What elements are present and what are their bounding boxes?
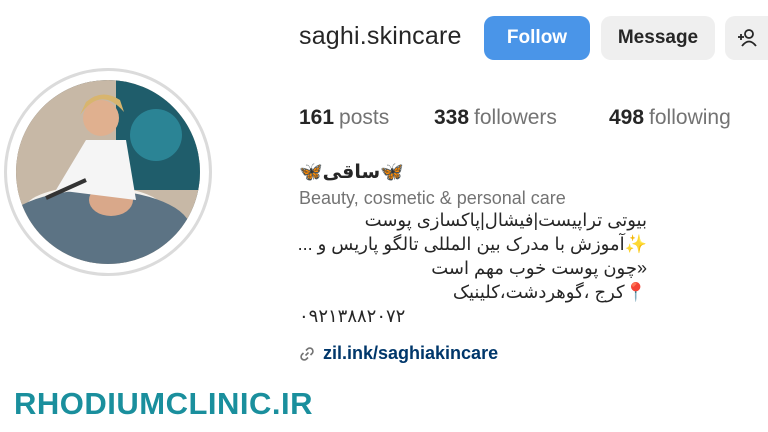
stat-posts: 161 posts — [299, 106, 389, 130]
profile-link[interactable]: zil.ink/saghiakincare — [299, 343, 498, 364]
stat-following[interactable]: 498 following — [609, 106, 731, 130]
following-count: 498 — [609, 106, 645, 129]
profile-display-name: 🦋ساقی🦋 — [299, 162, 404, 183]
avatar-photo — [16, 80, 200, 264]
message-button[interactable]: Message — [601, 16, 715, 60]
avatar[interactable] — [16, 80, 200, 264]
suggested-users-button[interactable] — [725, 16, 768, 60]
watermark-text: RHODIUMCLINIC.IR — [14, 386, 314, 421]
follow-button[interactable]: Follow — [484, 16, 590, 60]
profile-bio: بیوتی تراپیست|فیشال|پاکسازی پوست ✨آموزش … — [297, 208, 659, 328]
followers-label: followers — [474, 106, 557, 129]
bio-line: بیوتی تراپیست|فیشال|پاکسازی پوست — [364, 210, 647, 230]
followers-count: 338 — [434, 106, 470, 129]
profile-avatar-ring[interactable] — [4, 68, 212, 276]
posts-count: 161 — [299, 106, 335, 129]
profile-category: Beauty, cosmetic & personal care — [299, 188, 566, 208]
bio-line: «چون پوست خوب مهم است — [431, 258, 647, 278]
stat-followers[interactable]: 338 followers — [434, 106, 557, 130]
posts-label: posts — [339, 106, 390, 129]
bio-line: ✨آموزش با مدرک بین المللی تالگو پاریس و … — [297, 234, 647, 254]
bio-phone: ۰۹۲۱۳۸۸۲۰۷۲ — [299, 306, 406, 326]
profile-username: saghi.skincare — [299, 22, 462, 50]
link-icon — [300, 346, 314, 361]
add-person-icon — [737, 29, 757, 47]
profile-link-text[interactable]: zil.ink/saghiakincare — [323, 343, 498, 364]
following-label: following — [649, 106, 731, 129]
bio-line: 📍کرج ،گوهردشت،کلینیک — [452, 282, 647, 302]
